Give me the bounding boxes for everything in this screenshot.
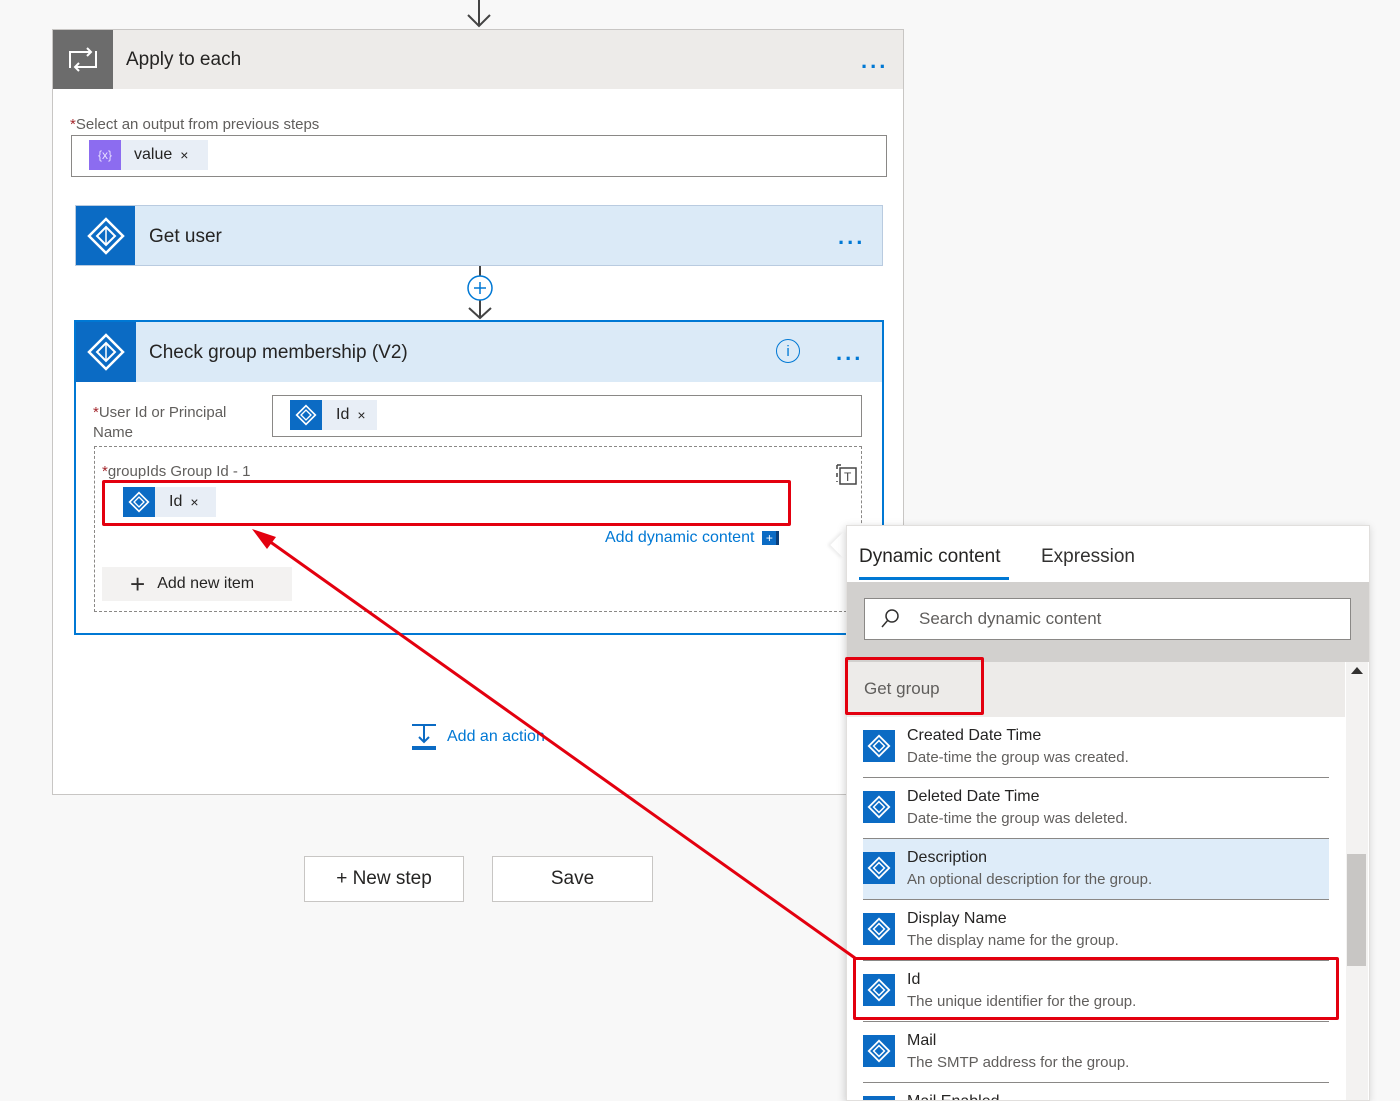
group-ids-label: *groupIds Group Id - 1 [102, 463, 251, 480]
save-button[interactable]: Save [492, 856, 653, 902]
get-user-more-button[interactable]: ... [838, 226, 865, 248]
dynamic-item-display-name[interactable]: Display Name The display name for the gr… [863, 900, 1329, 961]
check-group-title: Check group membership (V2) [149, 342, 408, 363]
new-step-button[interactable]: + New step [304, 856, 464, 902]
more-icon: ... [836, 340, 864, 365]
expression-icon: {x} [89, 140, 121, 170]
scrollbar[interactable] [1346, 662, 1368, 1100]
check-group-header[interactable]: Check group membership (V2) i ... [76, 322, 882, 382]
loop-icon [53, 30, 113, 89]
azure-ad-icon [76, 206, 135, 265]
azure-ad-icon [863, 730, 895, 762]
tab-dynamic-content[interactable]: Dynamic content [859, 546, 1001, 568]
get-user-card[interactable]: Get user ... [75, 205, 883, 266]
check-group-membership-card: Check group membership (V2) i ... *User … [74, 320, 884, 635]
remove-token-button[interactable]: × [180, 147, 188, 163]
more-icon: ... [861, 48, 889, 73]
dynamic-item-description[interactable]: Description An optional description for … [863, 839, 1329, 900]
azure-ad-icon [863, 791, 895, 823]
dynamic-item-created-date-time[interactable]: Created Date Time Date-time the group wa… [863, 717, 1329, 778]
azure-ad-icon [863, 1035, 895, 1067]
svg-text:T: T [844, 470, 852, 484]
info-icon[interactable]: i [776, 339, 800, 363]
dynamic-item-deleted-date-time[interactable]: Deleted Date Time Date-time the group wa… [863, 778, 1329, 839]
add-action-button[interactable]: Add an action [409, 722, 545, 752]
group-ids-array: *groupIds Group Id - 1 T Id × Add dynami… [94, 446, 862, 612]
switch-to-text-mode-icon[interactable]: T [835, 463, 859, 487]
dynamic-item-mail[interactable]: Mail The SMTP address for the group. [863, 1022, 1329, 1083]
add-dynamic-content-link[interactable]: Add dynamic content + [605, 529, 780, 547]
add-action-icon [412, 724, 436, 750]
get-user-title: Get user [149, 226, 222, 247]
add-dynamic-icon: + [762, 531, 780, 545]
tab-expression[interactable]: Expression [1041, 546, 1135, 568]
more-icon: ... [838, 224, 866, 249]
plus-icon: + [130, 569, 146, 599]
remove-token-button[interactable]: × [357, 407, 365, 423]
scrollbar-thumb[interactable] [1347, 854, 1366, 966]
highlight-get-group-section [845, 657, 984, 715]
dynamic-item-mail-enabled[interactable]: Mail Enabled [863, 1083, 1329, 1100]
search-area: Search dynamic content [847, 582, 1369, 662]
apply-to-each-card: Apply to each ... *Select an output from… [52, 29, 904, 795]
scroll-up-icon[interactable] [1351, 667, 1363, 674]
value-token: {x} value × [89, 140, 208, 170]
highlight-group-id-field [102, 480, 791, 526]
select-output-field[interactable]: {x} value × [71, 135, 887, 177]
id-token: Id × [290, 400, 377, 430]
user-id-label: *User Id or Principal Name [93, 404, 227, 441]
apply-to-each-title: Apply to each [126, 49, 242, 70]
search-icon [881, 609, 899, 628]
azure-ad-icon [290, 400, 322, 430]
user-id-field[interactable]: Id × [272, 395, 862, 437]
apply-to-each-more-button[interactable]: ... [861, 50, 888, 72]
select-output-label: *Select an output from previous steps [70, 116, 320, 133]
check-group-more-button[interactable]: ... [836, 342, 863, 364]
highlight-id-item [853, 957, 1339, 1020]
insert-step-connector [467, 266, 493, 320]
azure-ad-icon [76, 322, 136, 382]
azure-ad-icon [863, 913, 895, 945]
azure-ad-icon [863, 852, 895, 884]
search-input[interactable]: Search dynamic content [864, 598, 1351, 640]
connector-arrow-icon [467, 0, 491, 28]
apply-to-each-header[interactable]: Apply to each ... [53, 30, 903, 89]
azure-ad-icon [863, 1096, 895, 1100]
add-new-item-button[interactable]: + Add new item [102, 567, 292, 601]
active-tab-indicator [859, 577, 1009, 580]
